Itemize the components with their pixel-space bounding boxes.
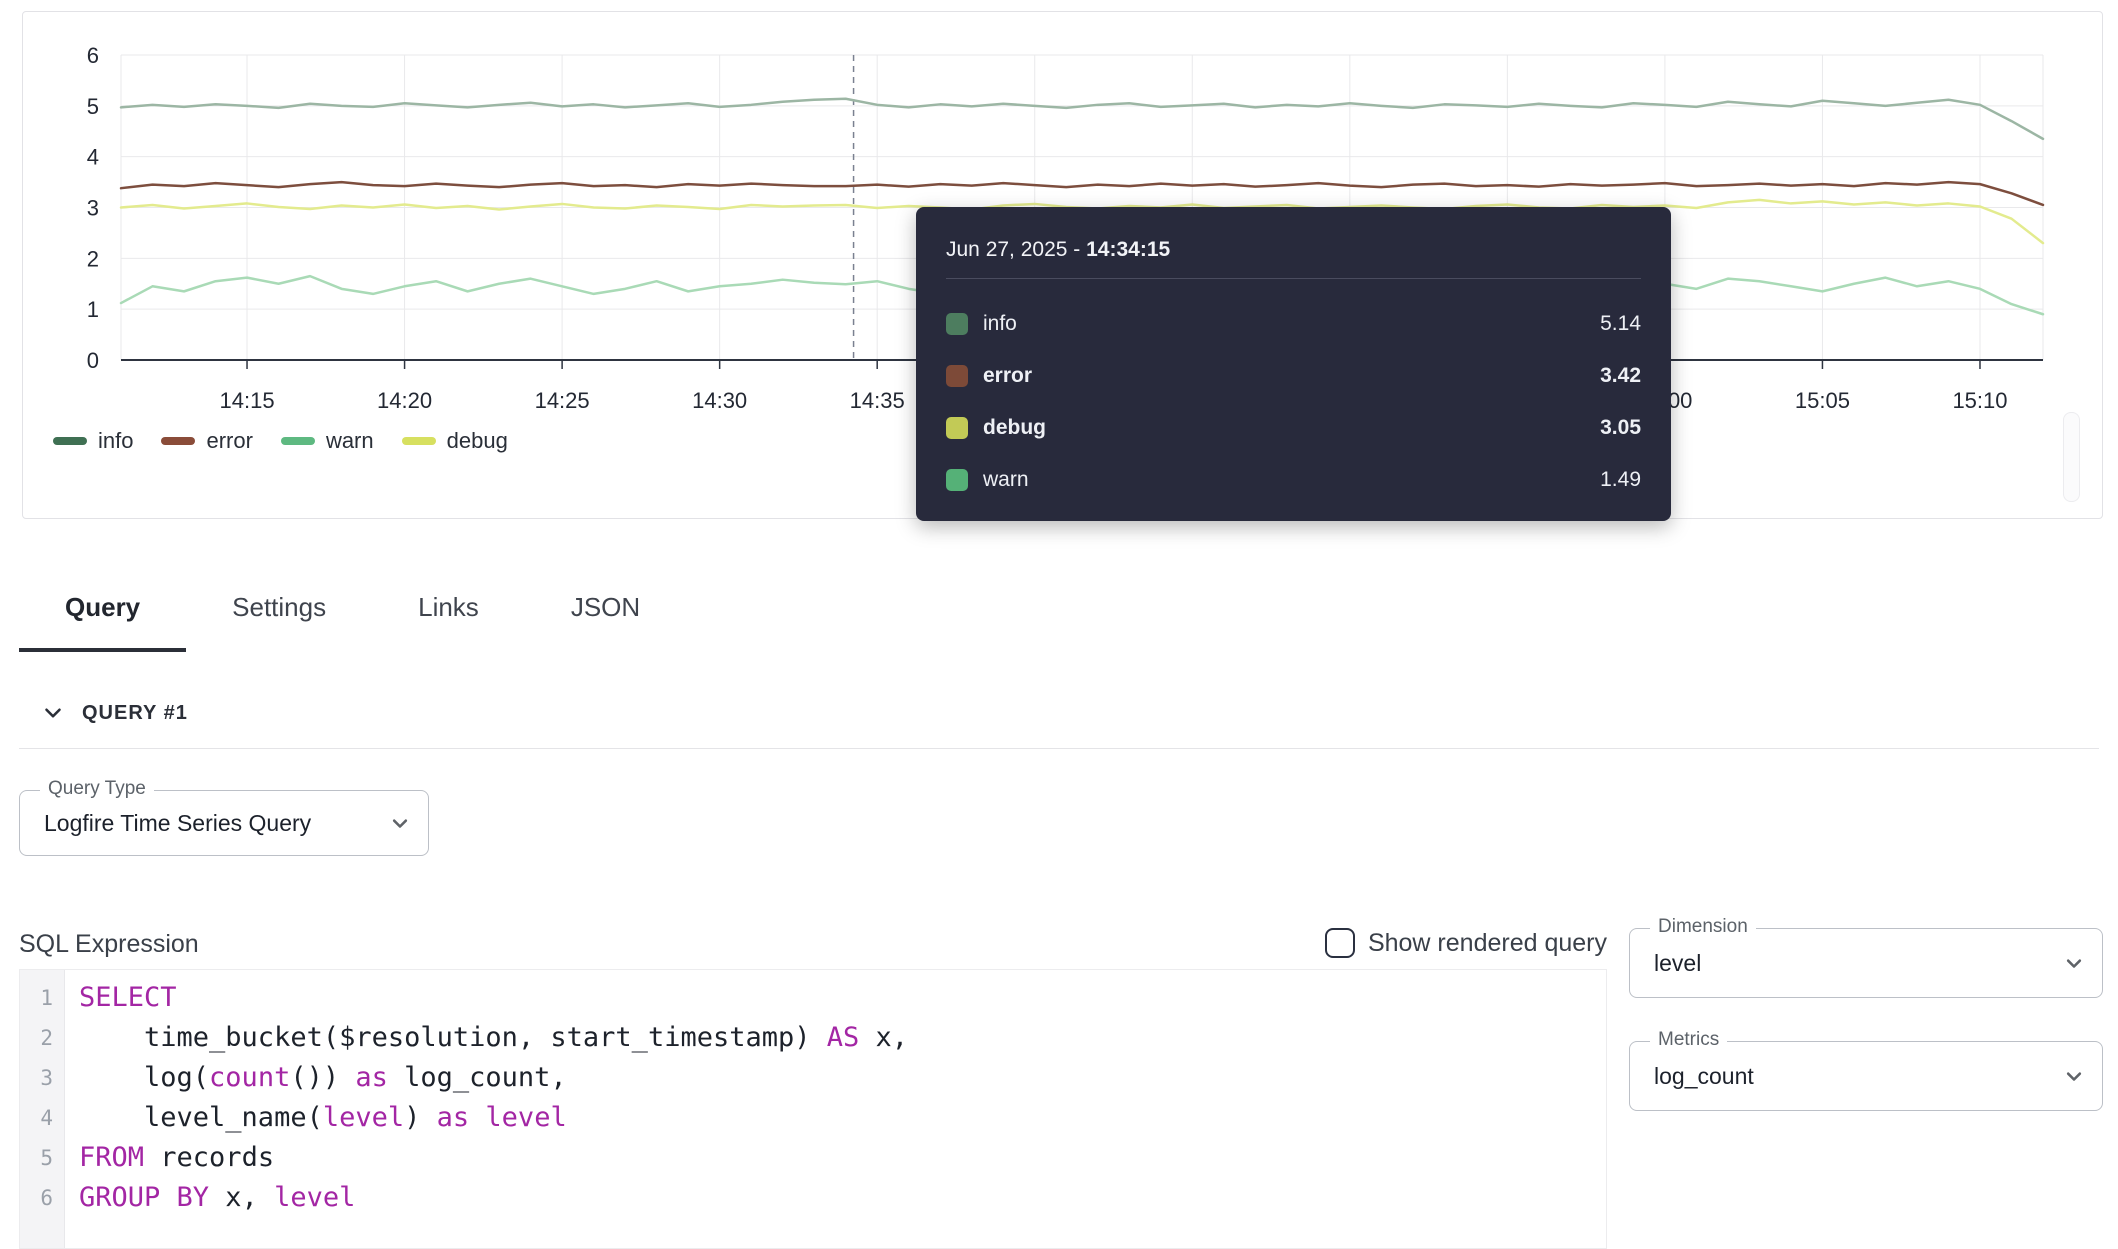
svg-text:6: 6 [87, 43, 99, 68]
info-series-swatch [53, 437, 87, 445]
tab-links[interactable]: Links [372, 566, 525, 652]
warn-series-swatch [281, 437, 315, 445]
legend-item-error[interactable]: error [161, 428, 252, 454]
legend-label: error [206, 428, 252, 454]
error-swatch [946, 365, 968, 387]
line-number: 5 [20, 1138, 64, 1178]
sql-expression-label: SQL Expression [19, 930, 199, 959]
tooltip-divider [946, 278, 1641, 279]
tooltip-series-value: 5.14 [1600, 312, 1641, 336]
tab-query[interactable]: Query [19, 566, 186, 652]
tooltip-time: 14:34:15 [1086, 238, 1170, 261]
legend-item-info[interactable]: info [53, 428, 133, 454]
legend-label: warn [326, 428, 374, 454]
code-line: time_bucket($resolution, start_timestamp… [79, 1018, 908, 1058]
debug-series-swatch [402, 437, 436, 445]
tooltip-date: Jun 27, 2025 - [946, 238, 1086, 261]
tooltip-series-value: 3.05 [1600, 416, 1641, 440]
svg-text:14:20: 14:20 [377, 388, 432, 413]
debug-swatch [946, 417, 968, 439]
line-number: 2 [20, 1018, 64, 1058]
svg-text:15:05: 15:05 [1795, 388, 1850, 413]
svg-text:15:10: 15:10 [1952, 388, 2007, 413]
code-line: log(count()) as log_count, [79, 1058, 908, 1098]
tab-json[interactable]: JSON [525, 566, 686, 652]
tooltip-rows: info 5.14 error 3.42 debug 3.05 warn 1.49 [946, 298, 1641, 506]
chevron-down-icon [386, 809, 414, 837]
query-type-value: Logfire Time Series Query [20, 810, 311, 837]
tab-bar: QuerySettingsLinksJSON [19, 566, 686, 652]
metrics-select[interactable]: Metrics log_count [1629, 1041, 2103, 1111]
tooltip-timestamp: Jun 27, 2025 - 14:34:15 [946, 235, 1641, 265]
sql-code[interactable]: SELECT time_bucket($resolution, start_ti… [65, 970, 908, 1248]
svg-text:14:35: 14:35 [850, 388, 905, 413]
section-divider [19, 748, 2099, 749]
tooltip-series-value: 3.42 [1600, 364, 1641, 388]
query-section-title: QUERY #1 [82, 702, 188, 725]
svg-text:5: 5 [87, 94, 99, 119]
code-line: GROUP BY x, level [79, 1178, 908, 1218]
scrollbar-thumb[interactable] [2063, 412, 2080, 502]
dimension-value: level [1630, 950, 1701, 977]
query-type-select[interactable]: Query Type Logfire Time Series Query [19, 790, 429, 856]
code-line: FROM records [79, 1138, 908, 1178]
svg-text:0: 0 [87, 348, 99, 373]
dimension-label: Dimension [1650, 916, 1756, 938]
code-line: SELECT [79, 978, 908, 1018]
sql-editor[interactable]: 123456 SELECT time_bucket($resolution, s… [19, 969, 1607, 1249]
line-number: 3 [20, 1058, 64, 1098]
svg-text:4: 4 [87, 145, 99, 170]
tooltip-series-value: 1.49 [1600, 468, 1641, 492]
tooltip-series-name: debug [983, 416, 1046, 440]
legend-item-debug[interactable]: debug [402, 428, 508, 454]
line-number: 1 [20, 978, 64, 1018]
chevron-down-icon[interactable] [40, 700, 66, 726]
tooltip-row-debug: debug 3.05 [946, 402, 1641, 454]
tooltip-series-name: info [983, 312, 1017, 336]
metrics-label: Metrics [1650, 1029, 1727, 1051]
line-number-gutter: 123456 [20, 970, 65, 1248]
error-series-swatch [161, 437, 195, 445]
tab-settings[interactable]: Settings [186, 566, 372, 652]
warn-swatch [946, 469, 968, 491]
legend-label: debug [447, 428, 508, 454]
tooltip-series-name: error [983, 364, 1032, 388]
query-type-label: Query Type [40, 778, 154, 800]
line-number: 6 [20, 1178, 64, 1218]
query-section-header: QUERY #1 [40, 700, 188, 726]
svg-text:2: 2 [87, 246, 99, 271]
info-swatch [946, 313, 968, 335]
chevron-down-icon [2060, 1062, 2088, 1090]
chart-legend: info error warn debug [53, 428, 508, 454]
chevron-down-icon [2060, 949, 2088, 977]
show-rendered-query[interactable]: Show rendered query [1325, 928, 1607, 958]
line-number: 4 [20, 1098, 64, 1138]
tooltip-row-error: error 3.42 [946, 350, 1641, 402]
code-line: level_name(level) as level [79, 1098, 908, 1138]
legend-label: info [98, 428, 133, 454]
svg-text:3: 3 [87, 196, 99, 221]
metrics-value: log_count [1630, 1063, 1754, 1090]
show-rendered-checkbox[interactable] [1325, 928, 1355, 958]
tooltip-row-info: info 5.14 [946, 298, 1641, 350]
svg-text:1: 1 [87, 297, 99, 322]
svg-text:14:30: 14:30 [692, 388, 747, 413]
show-rendered-label[interactable]: Show rendered query [1368, 929, 1607, 958]
tooltip-row-warn: warn 1.49 [946, 454, 1641, 506]
dimension-select[interactable]: Dimension level [1629, 928, 2103, 998]
legend-item-warn[interactable]: warn [281, 428, 374, 454]
svg-text:14:15: 14:15 [220, 388, 275, 413]
svg-text:14:25: 14:25 [535, 388, 590, 413]
tooltip-series-name: warn [983, 468, 1029, 492]
chart-tooltip: Jun 27, 2025 - 14:34:15 info 5.14 error 3.4… [916, 207, 1671, 521]
